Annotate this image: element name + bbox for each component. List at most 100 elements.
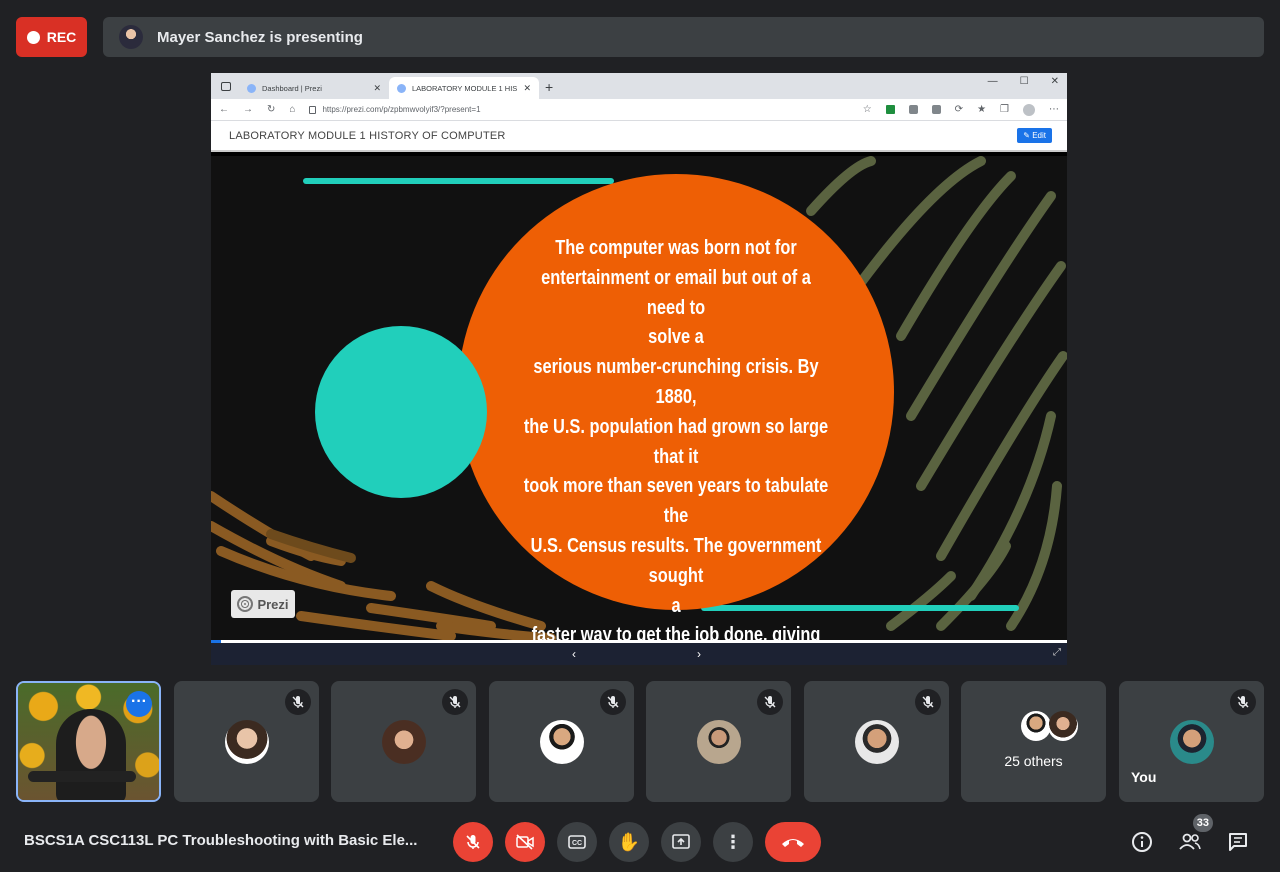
tab-label: LABORATORY MODULE 1 HISTOR (412, 83, 518, 93)
maximize-icon[interactable]: ☐ (1020, 76, 1029, 87)
prezi-title: LABORATORY MODULE 1 HISTORY OF COMPUTER (229, 129, 506, 142)
favorites-icon[interactable]: ★ (977, 104, 986, 115)
extension-refresh-icon[interactable]: ⟳ (955, 104, 963, 115)
microphone-button[interactable] (453, 822, 493, 862)
extension-icon[interactable] (908, 105, 918, 114)
new-tab-icon[interactable]: + (545, 79, 553, 95)
participant-avatar (1021, 711, 1051, 741)
close-tab-icon[interactable]: ✕ (523, 83, 531, 94)
next-slide-button[interactable]: › (697, 647, 701, 661)
participant-tile[interactable] (489, 681, 634, 802)
chat-icon (1229, 833, 1247, 851)
lock-icon (309, 105, 317, 114)
self-video-tile[interactable]: ··· (16, 681, 161, 802)
participant-tile[interactable] (331, 681, 476, 802)
edit-button[interactable]: ✎ Edit (1017, 128, 1052, 143)
mic-off-icon (600, 689, 626, 715)
meeting-details-button[interactable] (1124, 824, 1160, 860)
more-menu-icon[interactable]: ⋯ (1049, 104, 1059, 115)
address-bar: ← → ↻ ⌂ https://prezi.com/p/zpbmwvolyif3… (211, 99, 1067, 121)
progress-fill (211, 640, 221, 643)
others-tile[interactable]: 25 others (961, 681, 1106, 802)
fullscreen-icon[interactable]: ⤢ (1053, 647, 1061, 658)
mic-off-icon (915, 689, 941, 715)
mic-off-icon (1230, 689, 1256, 715)
extension-icon[interactable] (931, 105, 941, 114)
minimize-icon[interactable]: — (988, 76, 998, 87)
presenter-banner-text: Mayer Sanchez is presenting (157, 28, 363, 46)
previous-slide-button[interactable]: ‹ (572, 647, 576, 661)
back-icon[interactable]: ← (219, 104, 229, 115)
profile-icon[interactable] (1023, 103, 1035, 116)
globe-icon (397, 83, 406, 93)
browser-tab-bar: Dashboard | Prezi ✕ LABORATORY MODULE 1 … (211, 73, 1067, 99)
meeting-title: BSCS1A CSC113L PC Troubleshooting with B… (24, 832, 418, 849)
more-vert-icon: ⋮ (724, 832, 742, 852)
captions-button[interactable]: CC (557, 822, 597, 862)
extension-green-icon[interactable] (885, 105, 895, 114)
prezi-header: LABORATORY MODULE 1 HISTORY OF COMPUTER … (211, 121, 1067, 152)
green-arc (806, 156, 876, 216)
recording-label: REC (46, 29, 77, 45)
shared-screen: Dashboard | Prezi ✕ LABORATORY MODULE 1 … (211, 73, 1067, 665)
extensions-area: ☆ ⟳ ★ ❐ ⋯ (863, 103, 1059, 116)
self-video-person (56, 709, 126, 800)
mic-off-icon (757, 689, 783, 715)
mic-off-icon (442, 689, 468, 715)
leave-call-button[interactable] (765, 822, 821, 862)
participant-tile[interactable] (804, 681, 949, 802)
prezi-logo: Prezi (231, 590, 295, 618)
tab-label: Dashboard | Prezi (262, 83, 322, 93)
present-now-button[interactable] (661, 822, 701, 862)
people-button[interactable]: 33 (1172, 814, 1213, 860)
camera-off-icon (516, 834, 534, 850)
favorite-star-icon[interactable]: ☆ (863, 104, 872, 115)
progress-bar (211, 640, 1067, 643)
participant-tile[interactable] (646, 681, 791, 802)
captions-icon: CC (568, 835, 586, 849)
globe-icon (247, 83, 256, 93)
more-options-button[interactable]: ⋮ (713, 822, 753, 862)
browser-tab-dashboard[interactable]: Dashboard | Prezi ✕ (239, 77, 389, 99)
edit-label: Edit (1032, 131, 1046, 140)
green-arc (896, 171, 1016, 341)
participant-tile[interactable] (174, 681, 319, 802)
chat-button[interactable] (1220, 824, 1256, 860)
close-window-icon[interactable]: ✕ (1051, 76, 1059, 87)
recording-indicator[interactable]: REC (16, 17, 87, 57)
reload-icon[interactable]: ↻ (267, 104, 275, 115)
home-icon[interactable]: ⌂ (289, 104, 295, 115)
more-options-icon[interactable]: ··· (126, 691, 152, 717)
participant-avatar (696, 720, 741, 764)
hand-icon: ✋ (617, 831, 641, 852)
participant-avatar (381, 720, 426, 764)
camera-button[interactable] (505, 822, 545, 862)
teal-circle (315, 326, 487, 498)
info-icon (1132, 832, 1152, 852)
svg-text:CC: CC (572, 840, 582, 847)
participant-avatar (1169, 720, 1214, 764)
raise-hand-button[interactable]: ✋ (609, 822, 649, 862)
browser-tab-module[interactable]: LABORATORY MODULE 1 HISTOR ✕ (389, 77, 539, 99)
self-name-redaction (28, 771, 136, 782)
url-field[interactable]: https://prezi.com/p/zpbmwvolyif3/?presen… (309, 102, 769, 118)
green-arc (846, 156, 986, 301)
presentation-nav-bar: ‹ › ⤢ (211, 640, 1067, 665)
you-label: You (1131, 769, 1157, 785)
url-text: https://prezi.com/p/zpbmwvolyif3/?presen… (322, 105, 481, 114)
participant-avatar (224, 720, 269, 764)
close-tab-icon[interactable]: ✕ (373, 83, 381, 94)
people-icon (1179, 833, 1201, 850)
prezi-logo-text: Prezi (257, 596, 289, 612)
slide: The computer was born not for entertainm… (211, 156, 1067, 640)
others-count-label: 25 others (1004, 753, 1063, 769)
window-controls: — ☐ ✕ (988, 76, 1059, 87)
you-tile[interactable]: You (1119, 681, 1264, 802)
collections-icon[interactable]: ❐ (1000, 104, 1009, 115)
slide-text: The computer was born not for entertainm… (523, 237, 829, 640)
people-count-badge: 33 (1192, 814, 1213, 832)
forward-icon[interactable]: → (243, 104, 253, 115)
green-arc (936, 541, 1011, 631)
tab-actions-icon[interactable] (221, 82, 231, 91)
hang-up-icon (782, 839, 804, 847)
